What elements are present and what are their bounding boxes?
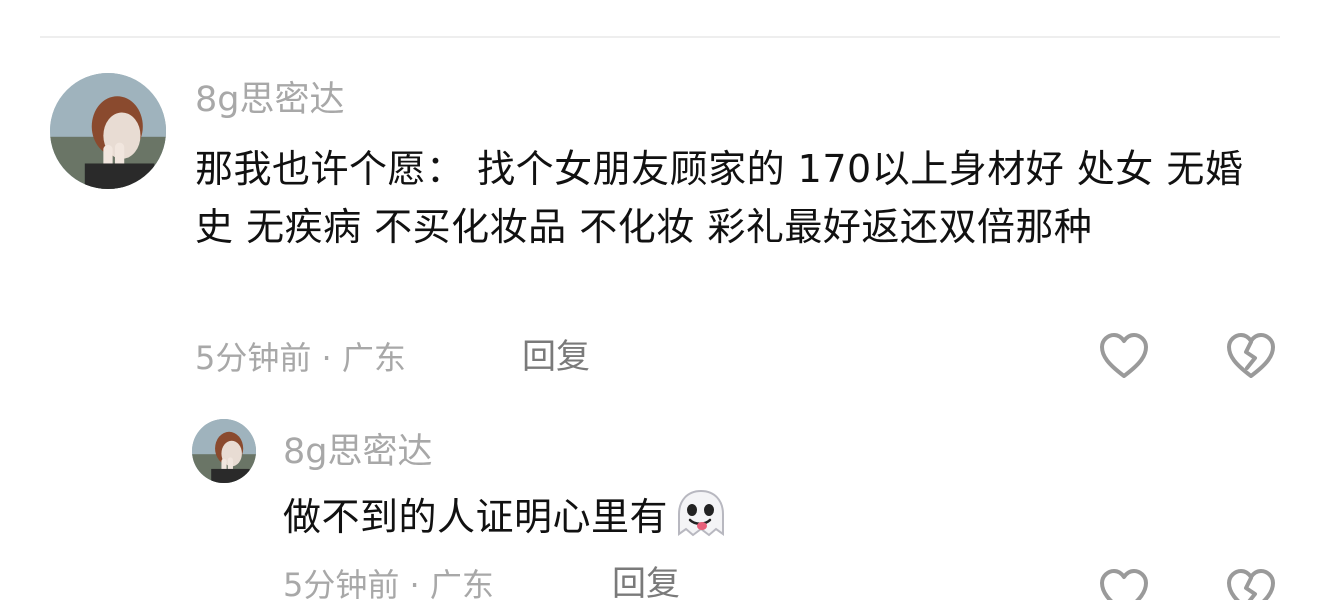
- reply-comment-text: 做不到的人证明心里有: [283, 488, 983, 546]
- commenter-avatar[interactable]: [50, 73, 166, 189]
- commenter-username[interactable]: 8g思密达: [195, 80, 345, 120]
- heart-outline-icon: [1100, 569, 1148, 600]
- avatar-image: [192, 419, 256, 483]
- top-divider: [40, 36, 1280, 38]
- broken-heart-icon: [1227, 569, 1275, 600]
- reply-to-reply-button[interactable]: 回复: [612, 564, 680, 600]
- like-button[interactable]: [1098, 332, 1150, 380]
- comment-thread: 8g思密达 那我也许个愿： 找个女朋友顾家的 170以上身材好 处女 无婚史 无…: [0, 0, 1331, 600]
- heart-outline-icon: [1100, 333, 1148, 378]
- broken-heart-icon: [1227, 333, 1275, 378]
- avatar-image: [50, 73, 166, 189]
- reply-timestamp-location: 5分钟前 · 广东: [283, 566, 494, 600]
- ghost-emoji-icon: [672, 488, 730, 540]
- reply-comment-body: 做不到的人证明心里有: [283, 495, 669, 539]
- reply-commenter-username[interactable]: 8g思密达: [283, 432, 433, 472]
- dislike-button[interactable]: [1225, 332, 1277, 380]
- reply-commenter-avatar[interactable]: [192, 419, 256, 483]
- comment-text: 那我也许个愿： 找个女朋友顾家的 170以上身材好 处女 无婚史 无疾病 不买化…: [195, 147, 1244, 249]
- reply-dislike-button[interactable]: [1225, 568, 1277, 600]
- reply-button[interactable]: 回复: [522, 337, 590, 377]
- comment-timestamp-location: 5分钟前 · 广东: [195, 339, 406, 377]
- reply-like-button[interactable]: [1098, 568, 1150, 600]
